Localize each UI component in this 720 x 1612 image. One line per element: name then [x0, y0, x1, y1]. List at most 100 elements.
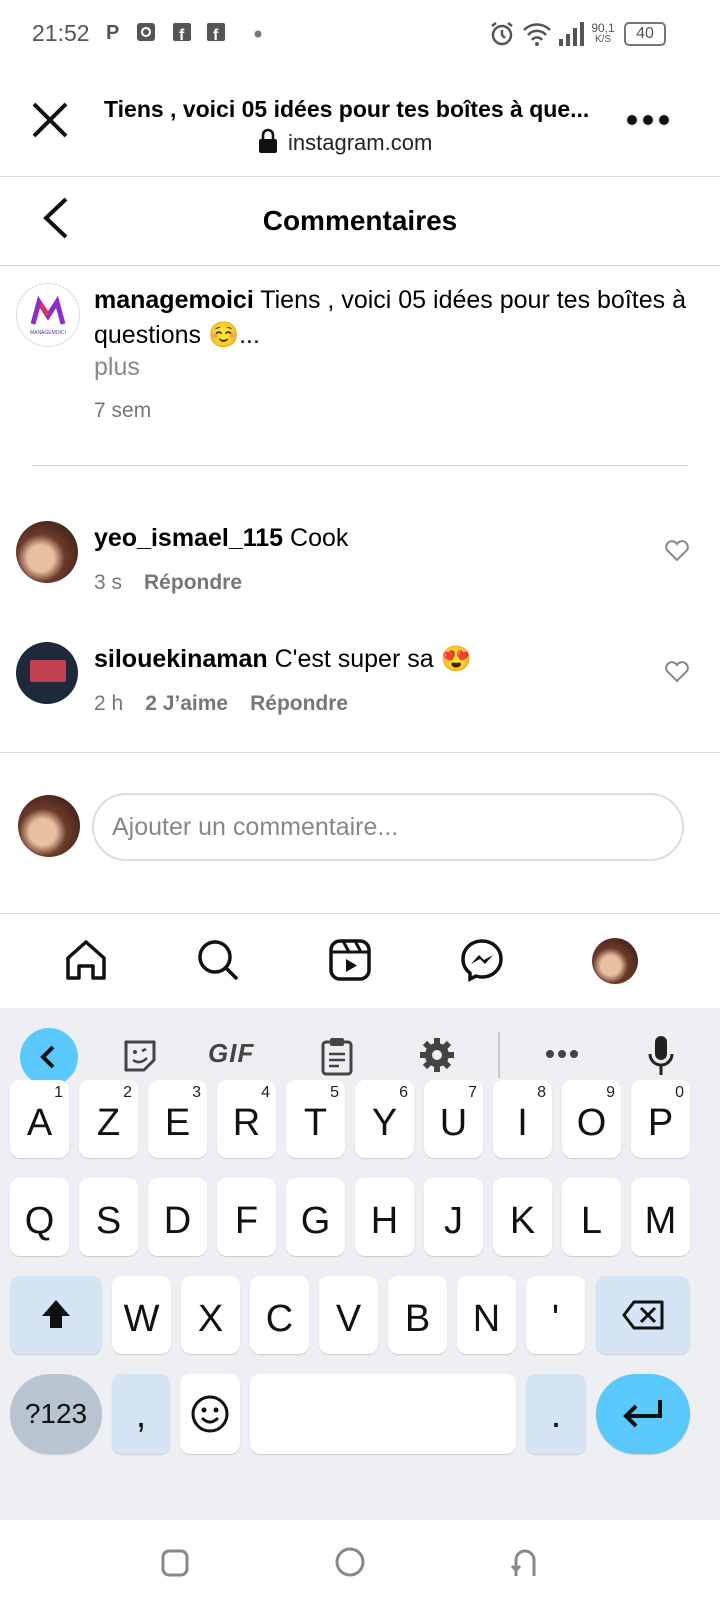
key-label: M: [644, 1200, 677, 1242]
key-n[interactable]: N: [457, 1276, 516, 1354]
messenger-icon[interactable]: [460, 938, 504, 982]
managemoici-logo: MANAGEMOICI: [30, 295, 66, 336]
enter-key[interactable]: [596, 1374, 690, 1454]
key-label: L: [580, 1200, 603, 1242]
key-i[interactable]: I8: [493, 1080, 552, 1158]
key-s[interactable]: S: [79, 1178, 138, 1256]
key-label: R: [232, 1102, 261, 1144]
key-r[interactable]: R4: [217, 1080, 276, 1158]
collapse-toolbar-button[interactable]: [20, 1028, 78, 1086]
key-g[interactable]: G: [286, 1178, 345, 1256]
key-number-hint: 3: [192, 1084, 201, 1101]
key-h[interactable]: H: [355, 1178, 414, 1256]
commenter-avatar[interactable]: [16, 642, 78, 704]
key-number-hint: 7: [468, 1084, 477, 1101]
instagram-bottom-nav: [0, 912, 720, 1008]
key-y[interactable]: Y6: [355, 1080, 414, 1158]
shift-key[interactable]: [10, 1276, 102, 1354]
backspace-key[interactable]: [596, 1276, 690, 1354]
more-tools-icon[interactable]: [544, 1048, 580, 1060]
commenter-avatar[interactable]: [16, 521, 78, 583]
sticker-icon[interactable]: [122, 1038, 158, 1074]
status-bar: 21:52 P f f 90,1 K/S 40: [0, 0, 720, 72]
comment-text: yeo_ismael_115 Cook: [94, 524, 348, 553]
key-label: E: [164, 1102, 191, 1144]
period-key[interactable]: .: [526, 1374, 586, 1454]
reels-icon[interactable]: [328, 938, 372, 982]
post-username[interactable]: managemoici: [94, 286, 254, 314]
key-number-hint: 5: [330, 1084, 339, 1101]
key-number-hint: 4: [261, 1084, 270, 1101]
post-author-avatar[interactable]: MANAGEMOICI: [16, 283, 80, 347]
key-label: K: [509, 1200, 536, 1242]
symbols-key[interactable]: ?123: [10, 1374, 102, 1454]
key-v[interactable]: V: [319, 1276, 378, 1354]
comment-text: silouekinaman C'est super sa 😍: [94, 645, 472, 674]
key-w[interactable]: W: [112, 1276, 171, 1354]
browser-url: instagram.com: [288, 130, 433, 155]
likes-count[interactable]: 2 J’aime: [145, 692, 228, 715]
comma-key[interactable]: ,: [112, 1374, 170, 1454]
key-e[interactable]: E3: [148, 1080, 207, 1158]
key-d[interactable]: D: [148, 1178, 207, 1256]
enter-arrow-icon: [623, 1400, 662, 1428]
home-button-icon[interactable]: [334, 1546, 366, 1578]
microphone-icon[interactable]: [648, 1034, 674, 1078]
reply-button[interactable]: Répondre: [250, 692, 348, 715]
comment-item: silouekinaman C'est super sa 😍 2 h 2 J’ai…: [0, 636, 720, 736]
comment-age: 2 h: [94, 692, 124, 715]
comment-input[interactable]: [92, 793, 684, 861]
key-number-hint: 6: [399, 1084, 408, 1101]
key-b[interactable]: B: [388, 1276, 447, 1354]
more-options-icon[interactable]: [626, 112, 670, 128]
key-a[interactable]: A1: [10, 1080, 69, 1158]
key-x[interactable]: X: [181, 1276, 240, 1354]
keyboard: GIF ?123 , . A1Z2E3R4T5Y6U7I8O9P0QSDFGHJ…: [0, 1008, 720, 1520]
key-label: U: [439, 1102, 468, 1144]
key-number-hint: 2: [123, 1084, 132, 1101]
key-l[interactable]: L: [562, 1178, 621, 1256]
settings-gear-icon[interactable]: [418, 1036, 456, 1074]
back-button-icon[interactable]: [508, 1546, 542, 1578]
key-q[interactable]: Q: [10, 1178, 69, 1256]
key-label: G: [300, 1200, 331, 1242]
key-j[interactable]: J: [424, 1178, 483, 1256]
key-o[interactable]: O9: [562, 1080, 621, 1158]
reply-button[interactable]: Répondre: [144, 571, 242, 594]
key-label: W: [123, 1298, 160, 1340]
key-t[interactable]: T5: [286, 1080, 345, 1158]
more-link[interactable]: plus: [94, 353, 140, 382]
comment-username[interactable]: silouekinaman: [94, 645, 268, 673]
key-m[interactable]: M: [631, 1178, 690, 1256]
signal-icon: [559, 22, 584, 46]
key-f[interactable]: F: [217, 1178, 276, 1256]
key-c[interactable]: C: [250, 1276, 309, 1354]
emoji-key[interactable]: [180, 1374, 240, 1454]
key-label: N: [472, 1298, 501, 1340]
key-label: J: [444, 1200, 463, 1242]
profile-tab-avatar[interactable]: [592, 938, 638, 984]
browser-page-title: Tiens , voici 05 idées pour tes boîtes à…: [104, 96, 590, 122]
search-icon[interactable]: [196, 938, 240, 982]
alarm-icon: [491, 22, 513, 46]
clipboard-icon[interactable]: [320, 1036, 354, 1076]
close-icon[interactable]: [30, 100, 70, 140]
key-k[interactable]: K: [493, 1178, 552, 1256]
svg-text:MANAGEMOICI: MANAGEMOICI: [30, 330, 66, 336]
key-z[interactable]: Z2: [79, 1080, 138, 1158]
gif-button[interactable]: GIF: [208, 1038, 268, 1069]
space-key[interactable]: [250, 1374, 516, 1454]
heart-icon[interactable]: [664, 660, 690, 684]
key-p[interactable]: P0: [631, 1080, 690, 1158]
key-apostrophe[interactable]: ': [526, 1276, 585, 1354]
comment-username[interactable]: yeo_ismael_115: [94, 524, 283, 552]
heart-icon[interactable]: [664, 539, 690, 563]
parking-icon: P: [106, 22, 119, 42]
net-speed: 90,1 K/S: [591, 21, 615, 45]
lock-icon: [259, 128, 277, 153]
in-app-browser-bar: Tiens , voici 05 idées pour tes boîtes à…: [0, 72, 720, 177]
home-icon[interactable]: [64, 938, 108, 982]
key-u[interactable]: U7: [424, 1080, 483, 1158]
recent-apps-icon[interactable]: [160, 1548, 190, 1578]
comment-meta: 3 s Répondre: [94, 571, 242, 595]
